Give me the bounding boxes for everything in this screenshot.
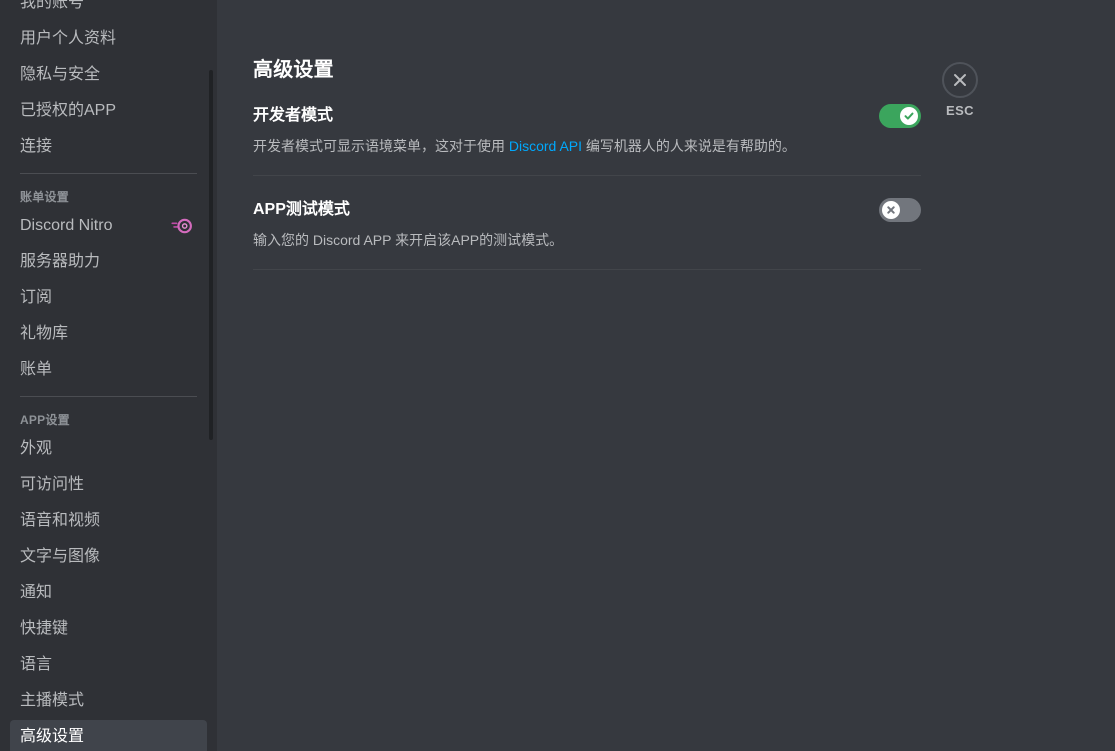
- sidebar-item-authorized-apps[interactable]: 已授权的APP: [10, 94, 207, 128]
- settings-content: 高级设置 开发者模式开发者模式可显示语境菜单，这对于使用 Discord API…: [217, 0, 1115, 751]
- sidebar-item-user-profile[interactable]: 用户个人资料: [10, 22, 207, 56]
- sidebar-item-server-boost[interactable]: 服务器助力: [10, 245, 207, 279]
- sidebar-item-gift-inventory[interactable]: 礼物库: [10, 317, 207, 351]
- sidebar-item-label: 快捷键: [20, 620, 69, 637]
- page-title: 高级设置: [253, 59, 334, 81]
- sidebar-item-appearance[interactable]: 外观: [10, 432, 207, 466]
- setting-block-app-test-mode: APP测试模式输入您的 Discord APP 来开启该APP的测试模式。: [253, 176, 921, 270]
- sidebar-divider: [20, 396, 197, 397]
- sidebar-item-label: 语言: [20, 656, 53, 673]
- sidebar-item-label: 高级设置: [20, 728, 85, 745]
- sidebar-item-label: 外观: [20, 440, 53, 457]
- developer-mode-title: 开发者模式: [253, 107, 334, 124]
- sidebar-item-billing[interactable]: 账单: [10, 353, 207, 387]
- section-divider: [253, 269, 921, 270]
- esc-label: ESC: [946, 103, 974, 118]
- toggle-knob-cross-icon: [882, 201, 900, 219]
- sidebar-item-label: 可访问性: [20, 476, 85, 493]
- nitro-badge: [171, 218, 197, 234]
- sidebar-item-label: 服务器助力: [20, 253, 101, 270]
- sidebar-item-label: 通知: [20, 584, 53, 601]
- app-test-mode-description: 输入您的 Discord APP 来开启该APP的测试模式。: [253, 231, 921, 249]
- description-text: 开发者模式可显示语境菜单，这对于使用: [253, 138, 509, 154]
- sidebar-item-label: 账单: [20, 361, 53, 378]
- sidebar-item-label: 订阅: [20, 289, 53, 306]
- sidebar-item-voice-video[interactable]: 语音和视频: [10, 504, 207, 538]
- developer-mode-description: 开发者模式可显示语境菜单，这对于使用 Discord API 编写机器人的人来说…: [253, 137, 921, 155]
- sidebar-item-connections[interactable]: 连接: [10, 130, 207, 164]
- sidebar-item-label: 我的账号: [20, 0, 85, 11]
- setting-row: APP测试模式: [253, 198, 921, 222]
- nitro-wheel-icon: [171, 218, 192, 234]
- setting-row: 开发者模式: [253, 104, 921, 128]
- sidebar-item-accessibility[interactable]: 可访问性: [10, 468, 207, 502]
- sidebar-scroll-container: 我的账号用户个人资料 隐私与安全已授权的APP 连接账单设置 Discord Nitr…: [0, 0, 217, 751]
- sidebar-item-streamer-mode[interactable]: 主播模式: [10, 684, 207, 718]
- sidebar-item-notifications[interactable]: 通知: [10, 576, 207, 610]
- sidebar-item-label: 连接: [20, 138, 53, 155]
- discord-api-link[interactable]: Discord API: [509, 138, 582, 154]
- sidebar-item-label: 礼物库: [20, 325, 69, 342]
- settings-window: 我的账号用户个人资料 隐私与安全已授权的APP 连接账单设置 Discord Nitr…: [0, 0, 1115, 751]
- app-test-mode-toggle[interactable]: [879, 198, 921, 222]
- sidebar-item-language[interactable]: 语言: [10, 648, 207, 682]
- sidebar-item-text-images[interactable]: 文字与图像: [10, 540, 207, 574]
- sidebar-item-privacy-safety[interactable]: 隐私与安全: [10, 58, 207, 92]
- sidebar-item-discord-nitro[interactable]: Discord Nitro: [10, 209, 207, 243]
- sidebar-header-billing-settings: 账单设置: [20, 190, 69, 204]
- sidebar-item-subscriptions[interactable]: 订阅: [10, 281, 207, 315]
- app-test-mode-title: APP测试模式: [253, 201, 350, 218]
- sidebar-divider: [20, 173, 197, 174]
- sidebar-item-label: Discord Nitro: [20, 217, 113, 234]
- sidebar-item-advanced[interactable]: 高级设置: [10, 720, 207, 751]
- sidebar-item-label: 文字与图像: [20, 548, 101, 565]
- description-text-tail: 编写机器人的人来说是有帮助的。: [582, 138, 796, 154]
- sidebar-item-label: 语音和视频: [20, 512, 101, 529]
- sidebar-item-label: 隐私与安全: [20, 66, 101, 83]
- close-icon[interactable]: [942, 62, 978, 98]
- advanced-settings-panel: 高级设置 开发者模式开发者模式可显示语境菜单，这对于使用 Discord API…: [253, 0, 921, 270]
- sidebar-item-label: 用户个人资料: [20, 30, 117, 47]
- developer-mode-toggle[interactable]: [879, 104, 921, 128]
- sidebar-header-app-settings: APP设置: [20, 413, 70, 427]
- settings-sidebar: 我的账号用户个人资料 隐私与安全已授权的APP 连接账单设置 Discord Nitr…: [0, 0, 217, 751]
- description-text: 输入您的 Discord APP 来开启该APP的测试模式。: [253, 232, 564, 248]
- sidebar-item-label: 主播模式: [20, 692, 85, 709]
- toggle-knob-check-icon: [900, 107, 918, 125]
- sidebar-item-keybinds[interactable]: 快捷键: [10, 612, 207, 646]
- setting-block-developer-mode: 开发者模式开发者模式可显示语境菜单，这对于使用 Discord API 编写机器…: [253, 82, 921, 176]
- sidebar-scrollbar-thumb[interactable]: [209, 70, 213, 440]
- sidebar-item-label: 已授权的APP: [20, 102, 117, 119]
- settings-list: 开发者模式开发者模式可显示语境菜单，这对于使用 Discord API 编写机器…: [253, 82, 921, 270]
- close-settings-button[interactable]: ESC: [934, 62, 986, 118]
- sidebar-item-my-account[interactable]: 我的账号: [10, 0, 207, 20]
